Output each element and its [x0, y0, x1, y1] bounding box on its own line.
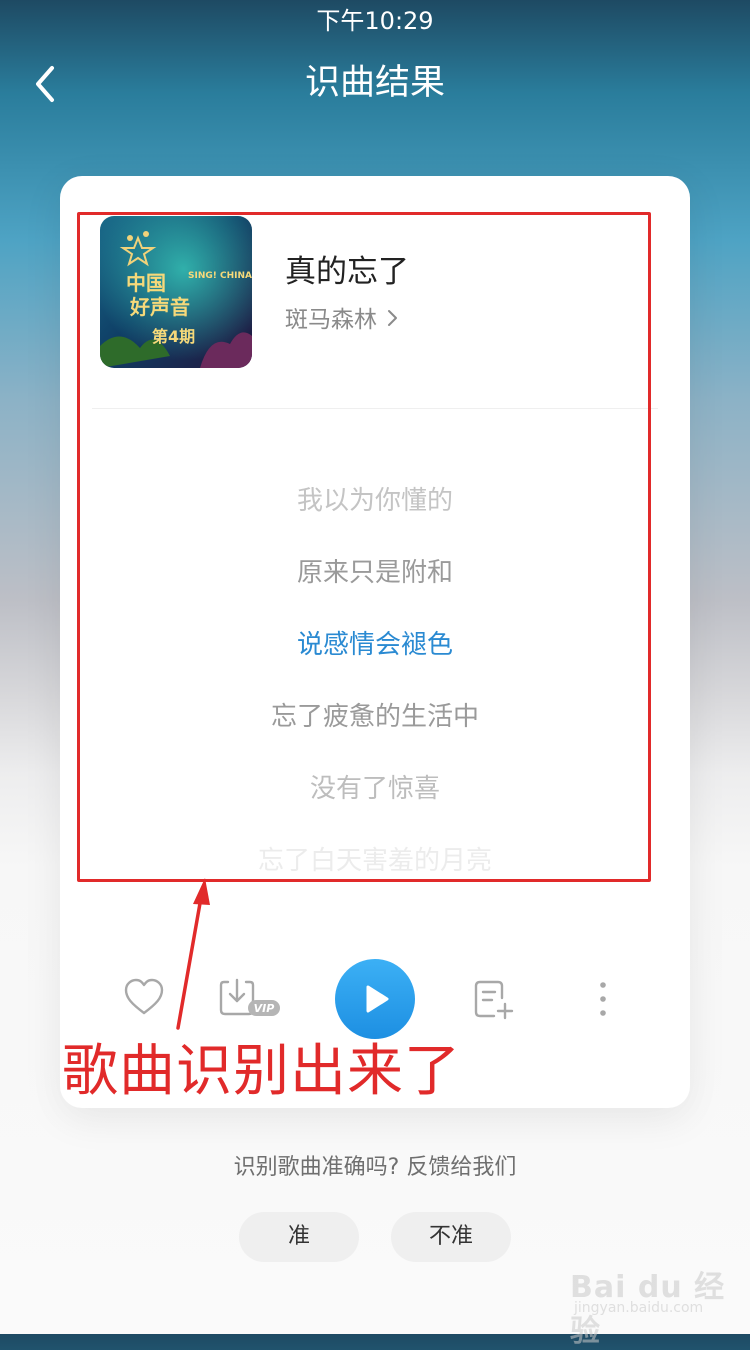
annotation-highlight-box: [77, 212, 651, 882]
feedback-inaccurate-button[interactable]: 不准: [391, 1212, 511, 1262]
annotation-arrow: [176, 878, 210, 1030]
add-to-playlist-icon: [474, 980, 514, 1020]
vip-badge: VIP: [254, 1002, 275, 1015]
add-to-playlist-button[interactable]: [472, 978, 516, 1022]
baidu-jingyan-watermark: Bai du 经验 jingyan.baidu.com: [560, 1250, 740, 1349]
watermark-site: jingyan.baidu.com: [574, 1300, 704, 1316]
result-card: 中国 好声音 SING! CHINA 第4期 真的忘了 斑马森林 我以为你懂的 …: [60, 176, 690, 1108]
feedback-accurate-button[interactable]: 准: [239, 1212, 359, 1262]
page-title: 识曲结果: [304, 63, 445, 103]
play-icon: [366, 985, 389, 1013]
more-button[interactable]: [590, 978, 616, 1022]
feedback-question: 识别歌曲准确吗? 反馈给我们: [233, 1155, 517, 1180]
play-button[interactable]: [335, 959, 415, 1039]
status-time: 下午10:29: [316, 7, 434, 35]
more-vertical-icon: [600, 982, 606, 1016]
annotation-text: 歌曲识别出来了: [62, 1039, 461, 1104]
